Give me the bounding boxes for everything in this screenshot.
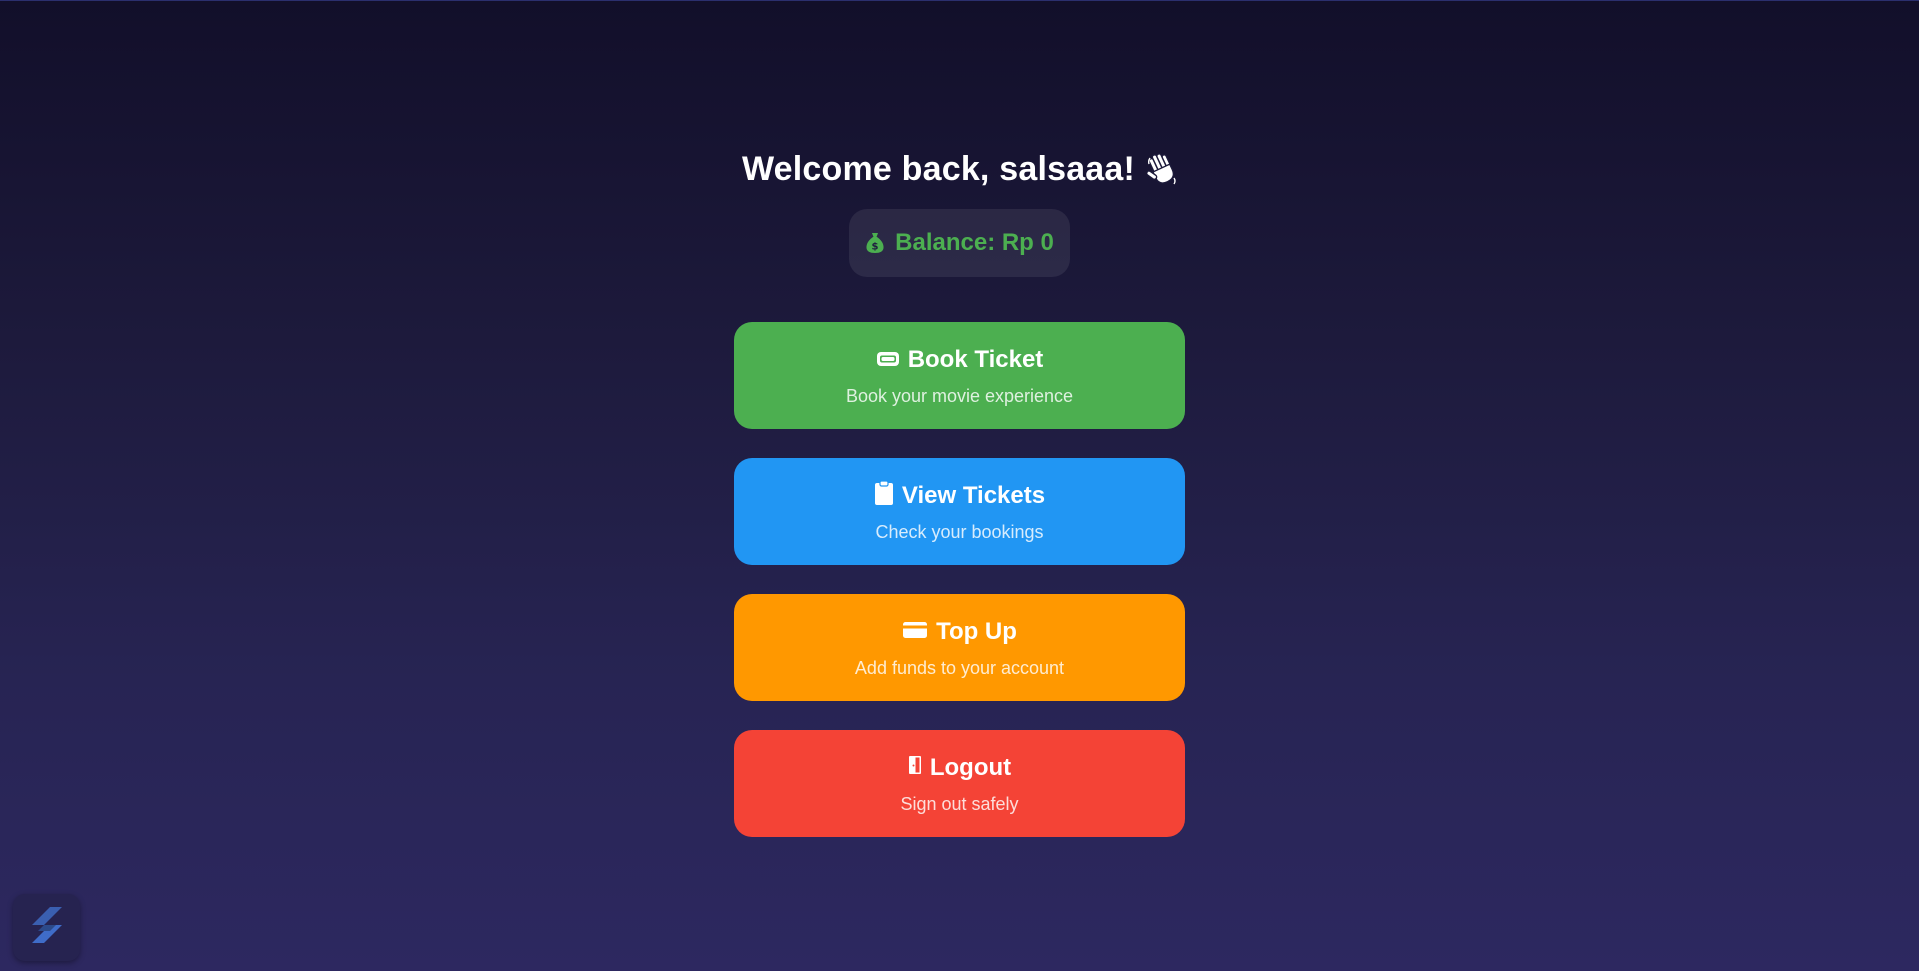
book-ticket-button[interactable]: Book Ticket Book your movie experience (734, 322, 1185, 429)
top-up-subtitle: Add funds to your account (854, 658, 1065, 678)
money-bag-icon: $ (865, 232, 885, 254)
view-tickets-label: View Tickets (901, 482, 1046, 509)
view-tickets-title: View Tickets (874, 479, 1046, 513)
credit-card-icon (902, 618, 928, 646)
logout-label: Logout (929, 754, 1012, 781)
ticket-icon (876, 346, 900, 374)
balance-text: Balance: Rp 0 (895, 229, 1054, 256)
balance-badge: $ Balance: Rp 0 (849, 209, 1070, 277)
book-ticket-title: Book Ticket (876, 344, 1044, 376)
app-logo-icon (30, 905, 64, 950)
top-up-button[interactable]: Top Up Add funds to your account (734, 594, 1185, 701)
waving-hand-icon (1146, 152, 1177, 186)
logout-subtitle: Sign out safely (900, 794, 1019, 814)
top-up-title: Top Up (902, 616, 1017, 648)
floating-app-widget[interactable] (13, 894, 80, 961)
door-icon (908, 754, 922, 782)
book-ticket-subtitle: Book your movie experience (845, 386, 1074, 406)
view-tickets-subtitle: Check your bookings (875, 522, 1044, 542)
logout-button[interactable]: Logout Sign out safely (734, 730, 1185, 837)
action-list: Book Ticket Book your movie experience V… (734, 322, 1185, 837)
logout-title: Logout (908, 752, 1011, 784)
view-tickets-button[interactable]: View Tickets Check your bookings (734, 458, 1185, 565)
clipboard-icon (874, 479, 894, 513)
svg-text:$: $ (872, 242, 879, 253)
book-ticket-label: Book Ticket (907, 346, 1044, 373)
welcome-text: Welcome back, salsaaa! (741, 149, 1136, 188)
welcome-heading: Welcome back, salsaaa! (742, 147, 1177, 191)
top-up-label: Top Up (936, 618, 1017, 645)
dashboard-container: Welcome back, salsaaa! $ Balance: Rp 0 B… (0, 0, 1919, 837)
